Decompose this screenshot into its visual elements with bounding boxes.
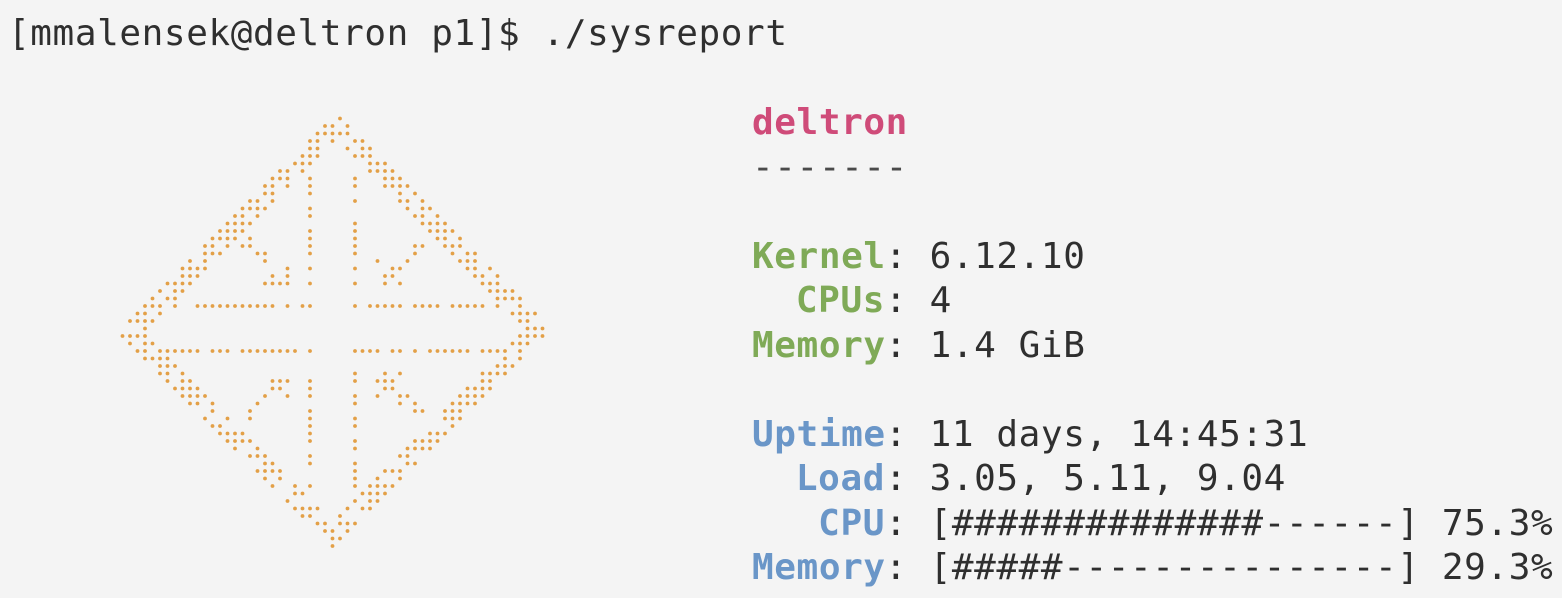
uptime-row: Uptime: 11 days, 14:45:31 [752,413,1553,458]
system-info-panel: deltron ------- Kernel: 6.12.10 CPUs: 4 … [752,101,1553,591]
kernel-value: 6.12.10 [929,235,1086,277]
separator: ------- [752,146,908,188]
hostname-row: deltron [752,101,1553,146]
cpu-usage-bar: [##############------] [929,502,1420,544]
hostname: deltron [752,102,908,143]
cpu-usage-percent: 75.3% [1441,502,1554,544]
command-line: [mmalensek@deltron p1]$ ./sysreport [8,12,788,57]
logo-icon [120,116,545,548]
memory-value: 1.4 GiB [929,324,1086,366]
cpus-value: 4 [929,280,952,321]
memory-usage-label: Memory [752,547,886,588]
memory-row: Memory: 1.4 GiB [752,324,1553,369]
memory-usage-percent: 29.3% [1441,547,1554,588]
cpu-usage-label: CPU [818,502,885,544]
uptime-label: Uptime [752,413,886,455]
cpus-row: CPUs: 4 [752,279,1553,324]
load-row: Load: 3.05, 5.11, 9.04 [752,457,1553,502]
memory-label: Memory [752,324,886,366]
uptime-value: 11 days, 14:45:31 [929,413,1309,455]
cpus-label: CPUs [795,280,885,321]
kernel-row: Kernel: 6.12.10 [752,235,1553,280]
load-label: Load [795,458,885,499]
shell-prompt: [mmalensek@deltron p1]$ [8,13,521,54]
kernel-label: Kernel [752,235,886,277]
load-value: 3.05, 5.11, 9.04 [929,458,1286,499]
terminal-window[interactable]: [mmalensek@deltron p1]$ ./sysreport delt… [0,0,1562,598]
memory-usage-row: Memory: [#####---------------] 29.3% [752,546,1553,591]
cpu-usage-row: CPU: [##############------] 75.3% [752,502,1553,547]
command-text: ./sysreport [542,13,788,54]
memory-usage-bar: [#####---------------] [929,547,1420,588]
